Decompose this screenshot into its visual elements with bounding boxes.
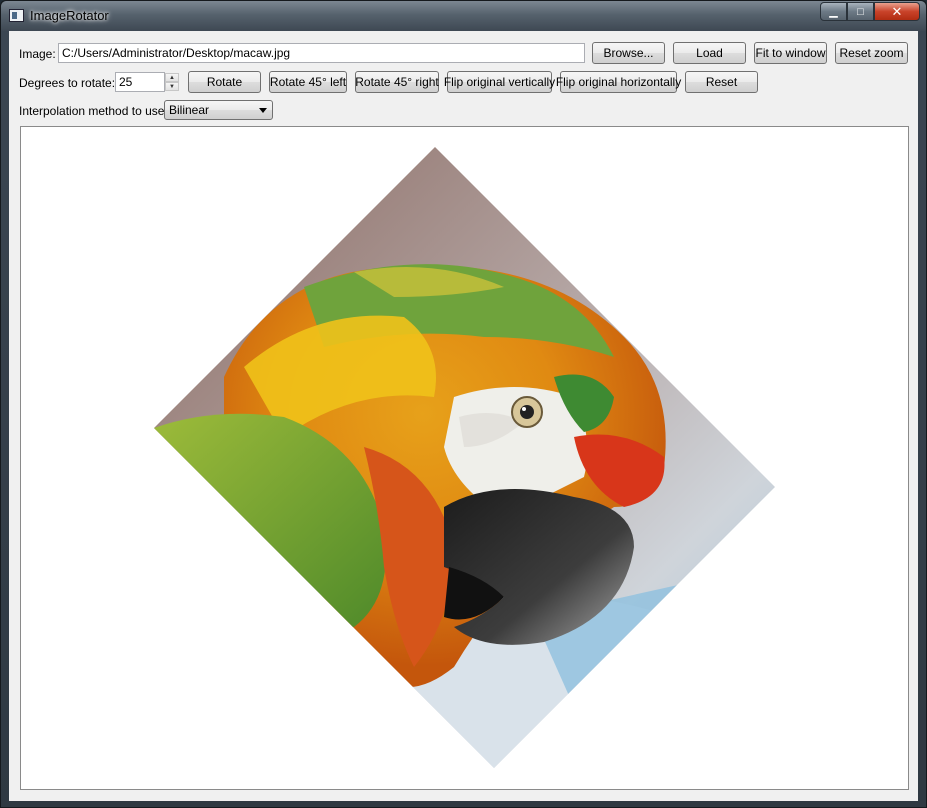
image-path-input[interactable]: C:/Users/Administrator/Desktop/macaw.jpg <box>58 43 585 63</box>
interpolation-value: Bilinear <box>169 103 210 117</box>
degrees-stepper: ▲ ▼ <box>165 73 179 91</box>
main-window: ImageRotator ▁ □ ✕ Image: C:/Users/Admin… <box>0 0 927 808</box>
chevron-down-icon: ▼ <box>169 83 175 90</box>
rotate-button[interactable]: Rotate <box>188 71 261 93</box>
fit-to-window-button[interactable]: Fit to window <box>754 42 827 64</box>
browse-button[interactable]: Browse... <box>592 42 665 64</box>
maximize-button[interactable]: □ <box>847 2 874 21</box>
title-bar[interactable]: ImageRotator ▁ □ ✕ <box>1 1 926 31</box>
degrees-label: Degrees to rotate: <box>19 76 116 90</box>
client-area: Image: C:/Users/Administrator/Desktop/ma… <box>9 31 918 801</box>
spin-up-button[interactable]: ▲ <box>165 73 179 82</box>
close-button[interactable]: ✕ <box>874 2 920 21</box>
rotated-image <box>154 147 775 768</box>
chevron-down-icon <box>259 108 267 113</box>
reset-zoom-button[interactable]: Reset zoom <box>835 42 908 64</box>
spin-down-button[interactable]: ▼ <box>165 82 179 91</box>
window-controls: ▁ □ ✕ <box>820 2 920 21</box>
app-icon[interactable] <box>9 9 24 22</box>
window-title: ImageRotator <box>30 8 109 23</box>
flip-vertical-button[interactable]: Flip original vertically <box>444 71 555 93</box>
interpolation-select[interactable]: Bilinear <box>164 100 273 120</box>
rotate-45-right-button[interactable]: Rotate 45° right <box>355 71 439 93</box>
rotate-45-left-button[interactable]: Rotate 45° left <box>269 71 347 93</box>
chevron-up-icon: ▲ <box>169 74 175 81</box>
load-button[interactable]: Load <box>673 42 746 64</box>
flip-horizontal-button[interactable]: Flip original horizontally <box>556 71 681 93</box>
degrees-spinbox[interactable]: 25 <box>115 72 165 92</box>
maximize-icon: □ <box>857 5 864 18</box>
interpolation-label: Interpolation method to use: <box>19 104 168 118</box>
minimize-icon: ▁ <box>829 6 838 18</box>
image-canvas[interactable] <box>20 126 909 790</box>
close-icon: ✕ <box>891 3 903 19</box>
reset-button[interactable]: Reset <box>685 71 758 93</box>
image-label: Image: <box>19 47 56 61</box>
minimize-button[interactable]: ▁ <box>820 2 847 21</box>
